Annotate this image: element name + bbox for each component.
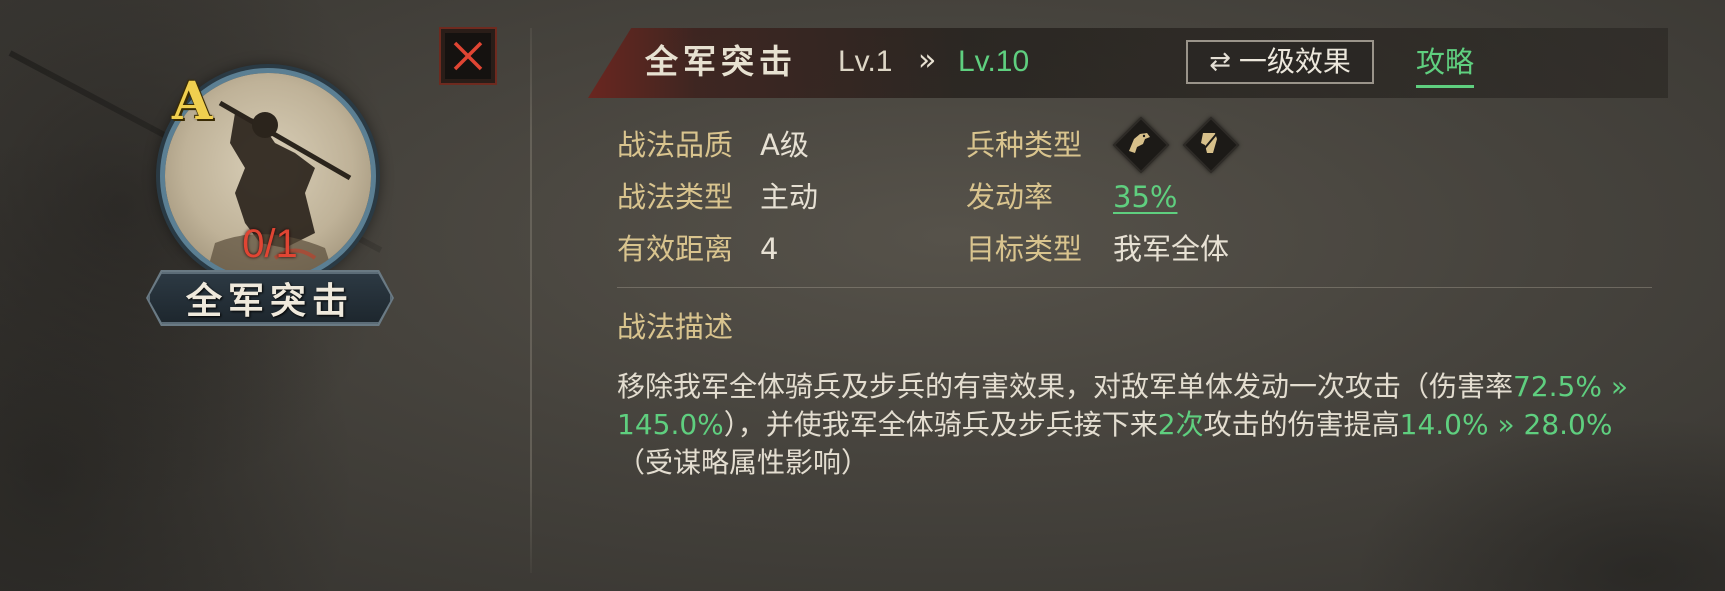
distance-label: 有效距离 [617, 232, 734, 266]
description-text: 移除我军全体骑兵及步兵的有害效果，对敌军单体发动一次攻击（伤害率72.5% » … [617, 368, 1637, 482]
header-title: 全军突击 [645, 42, 797, 81]
cavalry-icon [1112, 116, 1170, 174]
damage-boost-highlight: 14.0% » 28.0% [1399, 408, 1613, 441]
description-seg: 移除我军全体骑兵及步兵的有害效果，对敌军单体发动一次攻击（伤害率 [617, 370, 1514, 403]
quality-value: A级 [760, 128, 809, 162]
attack-count-highlight: 2次 [1157, 408, 1204, 441]
description-seg: 攻击的伤害提高 [1203, 408, 1400, 441]
section-divider [617, 287, 1652, 288]
trigger-rate-value[interactable]: 35% [1113, 175, 1177, 219]
quality-label: 战法品质 [617, 128, 734, 162]
grade-badge: A [172, 71, 213, 132]
target-value: 我军全体 [1113, 232, 1230, 266]
skill-name: 全军突击 [185, 280, 354, 322]
level-max: Lv.10 [958, 45, 1030, 78]
level-current: Lv.1 [838, 45, 893, 78]
swap-icon: ⇄ [1209, 47, 1231, 77]
effect-toggle-button[interactable]: ⇄ 一级效果 [1186, 40, 1374, 84]
description-title: 战法描述 [617, 310, 734, 344]
description-seg: ），并使我军全体骑兵及步兵接下来 [723, 408, 1158, 441]
description-seg: （受谋略属性影响） [617, 446, 870, 479]
close-button[interactable] [439, 27, 497, 85]
skill-name-plate: 全军突击 [148, 272, 392, 324]
close-icon [453, 41, 483, 71]
troop-label: 兵种类型 [966, 128, 1083, 162]
panel-divider [530, 28, 532, 573]
rate-label: 发动率 [966, 180, 1054, 214]
effect-toggle-label: 一级效果 [1238, 45, 1351, 78]
target-label: 目标类型 [966, 232, 1083, 266]
level-arrow-icon: » [918, 43, 937, 78]
type-value: 主动 [760, 180, 819, 214]
distance-value: 4 [760, 232, 779, 266]
owned-count: 0/1 [242, 222, 298, 266]
infantry-icon [1182, 116, 1240, 174]
type-label: 战法类型 [617, 180, 734, 214]
guide-link[interactable]: 攻略 [1416, 38, 1475, 88]
